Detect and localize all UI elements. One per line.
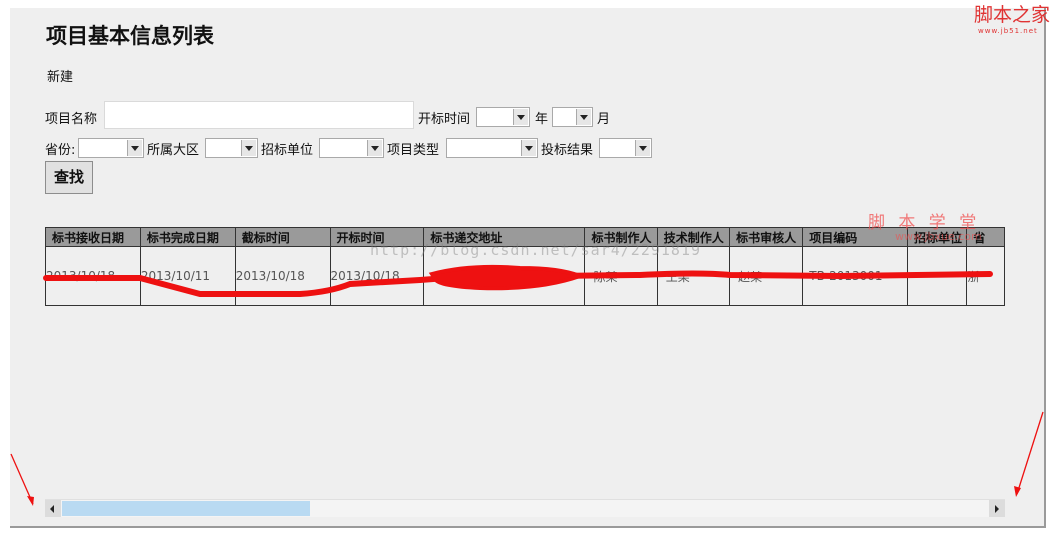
- red-scribble: [428, 264, 586, 291]
- red-arrow-right: [1016, 411, 1044, 495]
- site-logo-title: 脚本之家: [974, 4, 1051, 26]
- red-arrowhead-right: [1014, 486, 1021, 497]
- site-logo: 脚本之家 www.jb51.net: [974, 0, 1050, 35]
- site-logo-url: www.jb51.net: [978, 27, 1038, 35]
- annotation-overlay: [10, 264, 1044, 506]
- red-arrowhead-left: [27, 496, 34, 506]
